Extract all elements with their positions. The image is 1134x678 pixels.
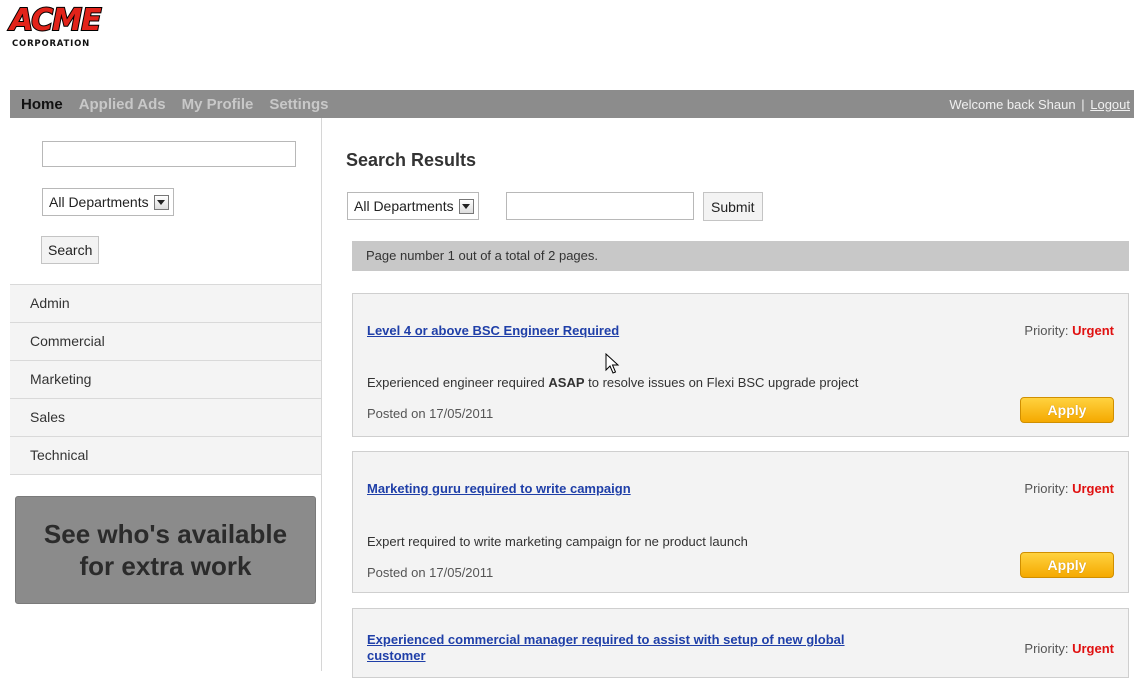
mouse-pointer-icon [605,353,620,374]
pagination-info: Page number 1 out of a total of 2 pages. [352,241,1129,271]
sidebar-department-value: All Departments [49,194,149,210]
sidebar: All Departments Search Admin Commercial … [10,118,322,671]
job-title-link[interactable]: Experienced commercial manager required … [367,632,845,664]
dropdown-arrow-icon[interactable] [153,194,169,210]
page-title: Search Results [346,150,477,170]
priority-value: Urgent [1072,481,1114,496]
promo-line-1: See who's available [43,519,288,549]
apply-button[interactable]: Apply [1020,552,1114,578]
main-department-value: All Departments [354,198,454,214]
job-card: Level 4 or above BSC Engineer Required P… [352,293,1129,437]
sidebar-department-select[interactable]: All Departments [42,188,174,216]
apply-button[interactable]: Apply [1020,397,1114,423]
job-description: Expert required to write marketing campa… [367,534,748,549]
nav-home[interactable]: Home [21,96,63,113]
department-list: Admin Commercial Marketing Sales Technic… [10,284,321,475]
dropdown-arrow-icon[interactable] [458,198,474,214]
department-item-marketing[interactable]: Marketing [10,360,321,398]
priority-label: Priority: [1024,323,1069,338]
job-title-line-2: customer [367,648,426,663]
job-description-bold: ASAP [548,375,585,390]
main-search-input[interactable] [506,192,694,220]
job-title-line-1: Experienced commercial manager required … [367,632,845,647]
welcome-separator: | [1081,96,1085,112]
logo-wordmark: ACME [9,3,103,38]
job-posted-date: Posted on 17/05/2011 [367,406,494,421]
acme-logo: ACME CORPORATION [9,3,130,56]
priority-value: Urgent [1072,323,1114,338]
job-priority: Priority: Urgent [1024,481,1114,496]
logout-link[interactable]: Logout [1090,97,1130,112]
job-title-link[interactable]: Level 4 or above BSC Engineer Required [367,323,619,339]
welcome-area: Welcome back Shaun | Logout [949,97,1130,112]
department-item-sales[interactable]: Sales [10,398,321,436]
top-nav: Home Applied Ads My Profile Settings Wel… [10,90,1134,118]
job-title-link[interactable]: Marketing guru required to write campaig… [367,481,631,497]
job-description-text: Experienced engineer required [367,375,549,390]
nav-applied-ads[interactable]: Applied Ads [79,96,166,113]
priority-label: Priority: [1024,481,1069,496]
priority-label: Priority: [1024,641,1069,656]
nav-settings[interactable]: Settings [269,96,328,113]
sidebar-search-button[interactable]: Search [41,236,100,264]
main-content: Search Results All Departments Submit Pa… [322,118,1134,678]
job-description-rest: to resolve issues on Flexi BSC upgrade p… [584,375,859,390]
welcome-text: Welcome back Shaun [949,96,1076,112]
see-available-promo[interactable]: See who's available for extra work [15,496,316,604]
job-priority: Priority: Urgent [1024,323,1114,338]
job-priority: Priority: Urgent [1024,641,1114,656]
promo-line-2: for extra work [79,551,252,581]
logo-subtitle: CORPORATION [12,39,91,49]
job-posted-date: Posted on 17/05/2011 [367,565,494,580]
job-description: Experienced engineer required ASAP to re… [367,375,858,390]
priority-value: Urgent [1072,641,1114,656]
sidebar-search-input[interactable] [42,141,296,167]
department-item-admin[interactable]: Admin [10,284,321,322]
submit-button[interactable]: Submit [703,192,763,221]
job-card: Experienced commercial manager required … [352,608,1129,678]
department-item-technical[interactable]: Technical [10,436,321,475]
main-department-select[interactable]: All Departments [347,192,479,220]
job-card: Marketing guru required to write campaig… [352,451,1129,593]
department-item-commercial[interactable]: Commercial [10,322,321,360]
nav-my-profile[interactable]: My Profile [182,96,254,113]
